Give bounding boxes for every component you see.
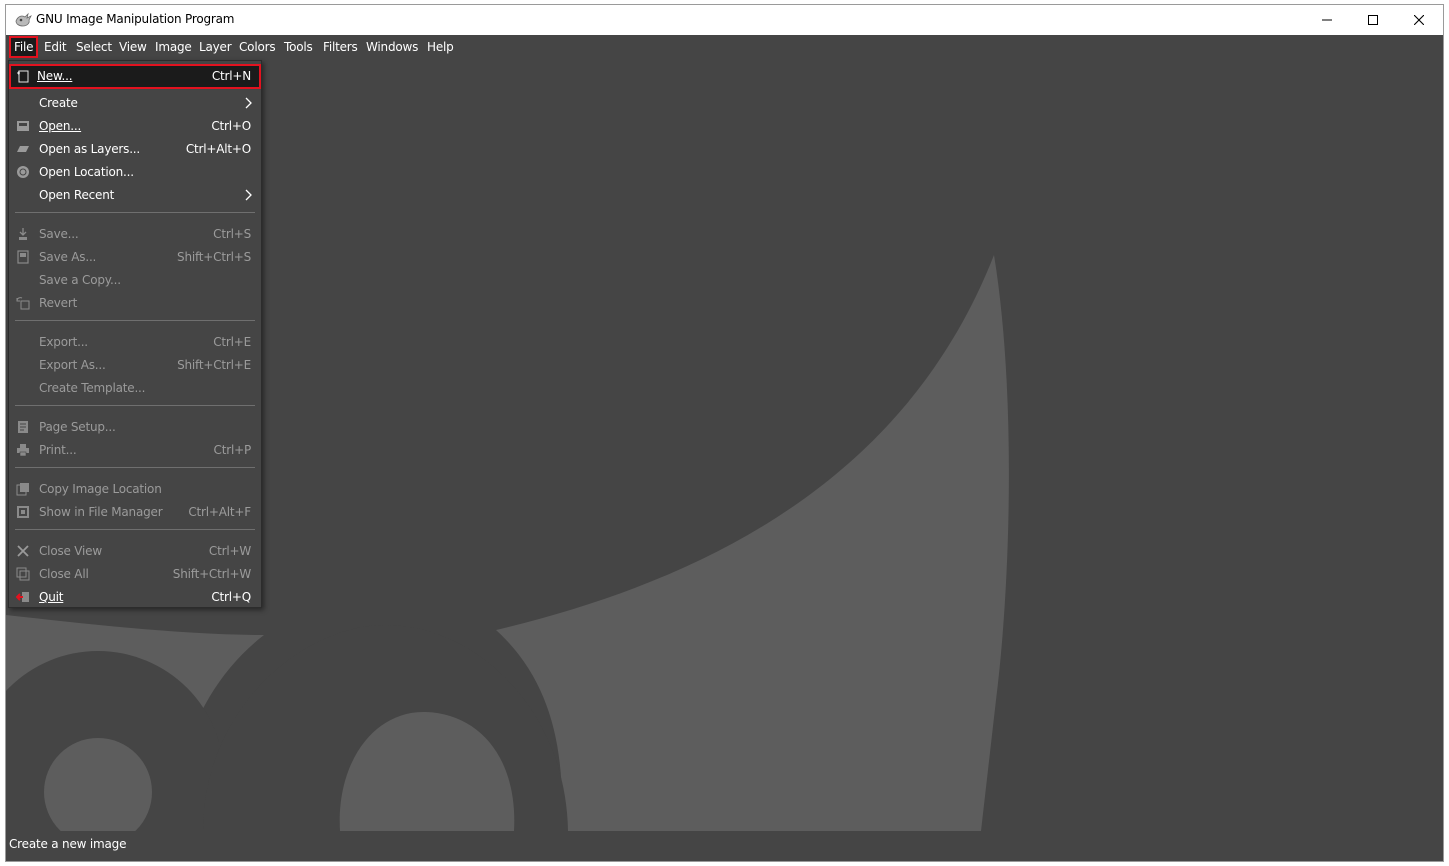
menu-item-shortcut: Ctrl+Alt+F: [188, 505, 251, 519]
file-manager-icon: [16, 505, 30, 519]
save-as-icon: [16, 250, 30, 264]
menu-separator: [15, 320, 255, 321]
revert-icon: [16, 296, 30, 310]
menu-edit[interactable]: Edit: [41, 36, 69, 58]
menu-item-shortcut: Ctrl+W: [208, 544, 251, 558]
menu-item-open-recent[interactable]: Open Recent: [11, 184, 259, 207]
menu-view[interactable]: View: [116, 36, 150, 58]
menu-help[interactable]: Help: [424, 36, 457, 58]
menu-item-label: Open...: [39, 119, 82, 133]
close-button[interactable]: [1396, 5, 1442, 35]
menu-colors[interactable]: Colors: [236, 36, 278, 58]
menu-item-create-template[interactable]: Create Template...: [11, 377, 259, 400]
menu-item-page-setup[interactable]: Page Setup...: [11, 416, 259, 439]
new-image-icon: [16, 69, 30, 83]
menu-item-copy-image-location[interactable]: Copy Image Location: [11, 478, 259, 501]
window-title: GNU Image Manipulation Program: [36, 12, 235, 26]
menu-separator: [15, 529, 255, 530]
status-bar: Create a new image: [6, 831, 1443, 861]
menu-item-label: Show in File Manager: [39, 505, 163, 519]
menu-windows[interactable]: Windows: [363, 36, 421, 58]
menu-item-export-as[interactable]: Export As... Shift+Ctrl+E: [11, 354, 259, 377]
menu-item-label: Create: [39, 96, 78, 110]
menu-item-shortcut: Ctrl+Alt+O: [185, 142, 251, 156]
menu-item-export[interactable]: Export... Ctrl+E: [11, 331, 259, 354]
menu-tools[interactable]: Tools: [281, 36, 316, 58]
menu-item-close-view[interactable]: Close View Ctrl+W: [11, 540, 259, 563]
menu-item-shortcut: Ctrl+S: [213, 227, 251, 241]
menu-separator: [15, 405, 255, 406]
close-icon: [1414, 15, 1424, 25]
menu-item-label: Open Recent: [39, 188, 115, 202]
menu-item-label: New...: [37, 69, 73, 83]
menu-item-label: Open as Layers...: [39, 142, 141, 156]
menu-item-save-as[interactable]: Save As... Shift+Ctrl+S: [11, 246, 259, 269]
menu-item-label: Page Setup...: [39, 420, 116, 434]
menu-bar: File Edit Select View Image Layer Colors…: [6, 35, 1443, 60]
gimp-app-icon: [15, 12, 32, 28]
menu-item-create[interactable]: Create: [11, 92, 259, 115]
menu-item-quit[interactable]: Quit Ctrl+Q: [11, 586, 259, 609]
title-bar[interactable]: GNU Image Manipulation Program: [6, 5, 1443, 35]
menu-file[interactable]: File: [9, 36, 39, 58]
menu-item-label: Export As...: [39, 358, 106, 372]
menu-item-label: Close View: [39, 544, 102, 558]
menu-item-save-a-copy[interactable]: Save a Copy...: [11, 269, 259, 292]
menu-layer[interactable]: Layer: [196, 36, 234, 58]
menu-item-label: Export...: [39, 335, 88, 349]
menu-item-label: Open Location...: [39, 165, 134, 179]
open-icon: [16, 119, 30, 133]
menu-item-shortcut: Ctrl+Q: [211, 590, 251, 604]
minimize-icon: [1322, 19, 1332, 21]
menu-item-label: Save...: [39, 227, 79, 241]
menu-item-show-in-file-manager[interactable]: Show in File Manager Ctrl+Alt+F: [11, 501, 259, 524]
menu-item-close-all[interactable]: Close All Shift+Ctrl+W: [11, 563, 259, 586]
maximize-button[interactable]: [1350, 5, 1396, 35]
menu-item-label: Quit: [39, 590, 64, 604]
menu-item-revert[interactable]: Revert: [11, 292, 259, 315]
file-menu-dropdown: New... Ctrl+N Create Open... Ctrl+O Open…: [8, 60, 262, 608]
menu-select[interactable]: Select: [73, 36, 115, 58]
menu-item-open-location[interactable]: Open Location...: [11, 161, 259, 184]
menu-item-open[interactable]: Open... Ctrl+O: [11, 115, 259, 138]
menu-item-open-as-layers[interactable]: Open as Layers... Ctrl+Alt+O: [11, 138, 259, 161]
menu-item-label: Save a Copy...: [39, 273, 121, 287]
save-icon: [16, 227, 30, 241]
menu-item-shortcut: Shift+Ctrl+S: [177, 250, 251, 264]
menu-separator: [15, 467, 255, 468]
menu-item-label: Close All: [39, 567, 89, 581]
menu-item-label: Save As...: [39, 250, 97, 264]
close-view-icon: [16, 544, 30, 558]
menu-separator: [15, 212, 255, 213]
chevron-right-icon: [245, 97, 253, 109]
menu-item-shortcut: Shift+Ctrl+E: [177, 358, 251, 372]
gimp-window: GNU Image Manipulation Program File Edit…: [5, 4, 1444, 862]
menu-item-label: Copy Image Location: [39, 482, 162, 496]
copy-location-icon: [16, 482, 30, 496]
menu-filters[interactable]: Filters: [320, 36, 361, 58]
globe-icon: [16, 165, 30, 179]
minimize-button[interactable]: [1304, 5, 1350, 35]
close-all-icon: [16, 567, 30, 581]
menu-item-save[interactable]: Save... Ctrl+S: [11, 223, 259, 246]
menu-item-label: Print...: [39, 443, 77, 457]
menu-item-new[interactable]: New... Ctrl+N: [9, 64, 261, 89]
chevron-right-icon: [245, 189, 253, 201]
menu-item-label: Revert: [39, 296, 78, 310]
print-icon: [16, 443, 30, 457]
open-layers-icon: [16, 142, 30, 156]
menu-item-shortcut: Shift+Ctrl+W: [172, 567, 251, 581]
menu-item-shortcut: Ctrl+P: [213, 443, 252, 457]
menu-image[interactable]: Image: [152, 36, 195, 58]
quit-icon: [15, 590, 30, 604]
menu-item-shortcut: Ctrl+N: [211, 69, 251, 83]
status-message: Create a new image: [9, 837, 127, 851]
maximize-icon: [1368, 15, 1378, 25]
menu-item-shortcut: Ctrl+E: [213, 335, 251, 349]
menu-item-shortcut: Ctrl+O: [211, 119, 251, 133]
page-setup-icon: [16, 420, 30, 434]
menu-item-print[interactable]: Print... Ctrl+P: [11, 439, 259, 462]
menu-item-label: Create Template...: [39, 381, 146, 395]
